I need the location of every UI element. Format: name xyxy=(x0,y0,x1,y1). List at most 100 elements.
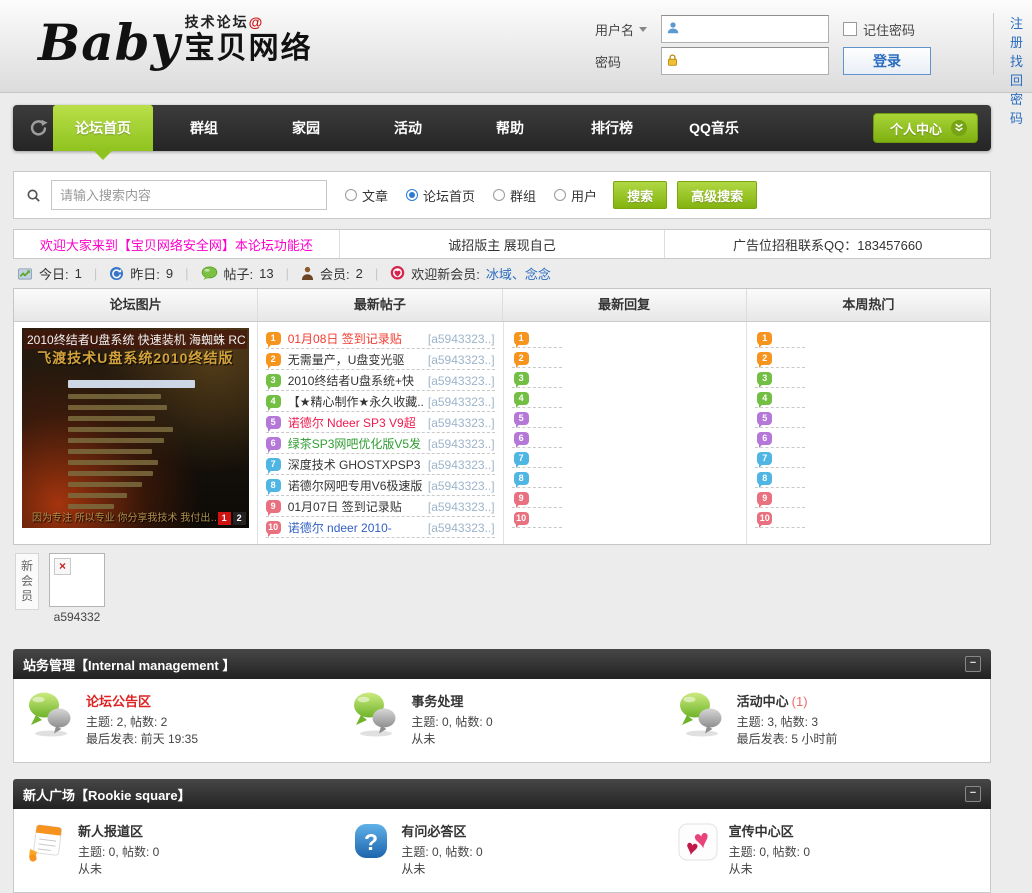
forum-cell[interactable]: 活动中心 (1) 主题: 3, 帖数: 3 最后发表: 5 小时前 xyxy=(665,689,990,750)
reply-rank-row[interactable]: 7 xyxy=(511,448,562,468)
forum-title[interactable]: 活动中心 (1) xyxy=(737,691,838,710)
post-author[interactable]: [a5943323..] xyxy=(428,458,495,472)
new-member-name[interactable]: a594332 xyxy=(54,610,101,624)
forum-cell[interactable]: 新人报道区 主题: 0, 帖数: 0 从未 xyxy=(14,819,339,880)
forum-info: 活动中心 (1) 主题: 3, 帖数: 3 最后发表: 5 小时前 xyxy=(737,691,838,748)
reply-rank-row[interactable]: 9 xyxy=(511,488,562,508)
nav-item[interactable]: QQ音乐 xyxy=(663,105,765,151)
post-author[interactable]: [a5943323..] xyxy=(428,500,495,514)
forum-cell[interactable]: ? 有问必答区 主题: 0, 帖数: 0 从未 xyxy=(339,819,664,880)
reply-rank-row[interactable]: 5 xyxy=(511,408,562,428)
hot-rank-row[interactable]: 4 xyxy=(755,388,806,408)
post-author[interactable]: [a5943323..] xyxy=(428,332,495,346)
reply-rank-row[interactable]: 3 xyxy=(511,368,562,388)
login-button[interactable]: 登录 xyxy=(843,47,931,75)
post-author[interactable]: [a5943323..] xyxy=(428,416,495,430)
announcement-link[interactable]: 广告位招租联系QQ：183457660 xyxy=(664,230,990,258)
post-author[interactable]: [a5943323..] xyxy=(428,353,495,367)
user-center-button[interactable]: 个人中心 xyxy=(872,113,978,143)
search-scope-option[interactable]: 文章 xyxy=(345,186,388,205)
pager-page-1[interactable]: 1 xyxy=(217,512,231,525)
post-author[interactable]: [a5943323..] xyxy=(428,395,495,409)
username-dropdown-caret-icon[interactable] xyxy=(639,26,648,36)
post-title-link[interactable]: 诺德尔 Ndeer SP3 V9超 xyxy=(288,414,424,431)
search-button[interactable]: 搜索 xyxy=(613,181,668,209)
remember-checkbox[interactable] xyxy=(843,22,857,36)
reply-rank-row[interactable]: 2 xyxy=(511,348,562,368)
forum-picture-slide[interactable]: 2010终结者U盘系统 快速装机 海蜘蛛 RC 飞渡技术U盘系统2010终结版 … xyxy=(22,328,249,528)
rank-badge: 10 xyxy=(757,512,773,528)
username-input[interactable] xyxy=(684,18,824,40)
forum-lastpost: 从未 xyxy=(728,862,753,876)
hot-rank-row[interactable]: 1 xyxy=(755,328,806,348)
forum-cell[interactable]: ♥ ♥ 宣传中心区 主题: 0, 帖数: 0 从未 xyxy=(665,819,990,880)
hot-rank-row[interactable]: 2 xyxy=(755,348,806,368)
password-field-wrap xyxy=(661,47,829,75)
post-author[interactable]: [a5943323..] xyxy=(428,374,495,388)
forum-lastpost: 最后发表: 前天 19:35 xyxy=(86,732,199,746)
post-title-link[interactable]: 01月07日 签到记录贴 xyxy=(288,498,424,515)
reply-rank-row[interactable]: 8 xyxy=(511,468,562,488)
hot-rank-row[interactable]: 10 xyxy=(755,508,806,528)
post-title-link[interactable]: 深度技术 GHOSTXPSP3 xyxy=(288,456,424,473)
hot-rank-row[interactable]: 3 xyxy=(755,368,806,388)
announcement-link[interactable]: 诚招版主 展现自己 xyxy=(338,230,665,258)
reply-rank-row[interactable]: 10 xyxy=(511,508,562,528)
nav-toggle-icon[interactable] xyxy=(23,105,53,151)
post-title-link[interactable]: 无需量产，U盘变光驱 xyxy=(288,351,424,368)
forum-title[interactable]: 有问必答区 xyxy=(401,821,482,840)
search-input[interactable] xyxy=(51,180,327,210)
lock-icon xyxy=(666,53,679,70)
password-input[interactable] xyxy=(683,50,824,72)
search-scope-option[interactable]: 用户 xyxy=(554,186,597,205)
rank-badge: 9 xyxy=(265,500,281,516)
forum-title[interactable]: 事务处理 xyxy=(411,691,492,710)
site-logo[interactable]: Baby 技术论坛@ 宝贝网络 xyxy=(38,4,313,82)
nav-item[interactable]: 群组 xyxy=(153,105,255,151)
search-scope-option[interactable]: 群组 xyxy=(493,186,536,205)
logo-at-sign: @ xyxy=(248,14,265,30)
nav-item[interactable]: 排行榜 xyxy=(561,105,663,151)
forum-title[interactable]: 宣传中心区 xyxy=(729,821,810,840)
announcement-link[interactable]: 欢迎大家来到【宝贝网络安全网】本论坛功能还 xyxy=(14,230,339,258)
hot-rank-row[interactable]: 6 xyxy=(755,428,806,448)
collapse-button[interactable]: − xyxy=(965,656,981,672)
post-author[interactable]: [a5943323..] xyxy=(428,521,495,535)
hot-rank-row[interactable]: 7 xyxy=(755,448,806,468)
search-scope-option[interactable]: 论坛首页 xyxy=(406,186,475,205)
forum-info: 宣传中心区 主题: 0, 帖数: 0 从未 xyxy=(729,821,810,878)
collapse-button[interactable]: − xyxy=(965,786,981,802)
hot-rank-row[interactable]: 9 xyxy=(755,488,806,508)
reply-rank-row[interactable]: 6 xyxy=(511,428,562,448)
forum-cell[interactable]: 事务处理 主题: 0, 帖数: 0 从未 xyxy=(339,689,664,750)
nav-item[interactable]: 帮助 xyxy=(459,105,561,151)
hot-rank-row[interactable]: 8 xyxy=(755,468,806,488)
post-title-link[interactable]: 01月08日 签到记录贴 xyxy=(288,330,424,347)
hot-rank-row[interactable]: 5 xyxy=(755,408,806,428)
advanced-search-button[interactable]: 高级搜索 xyxy=(677,181,758,209)
post-title-link[interactable]: 诺德尔网吧专用V6极速版 xyxy=(288,477,424,494)
post-title-link[interactable]: 诺德尔 ndeer 2010- xyxy=(288,519,424,536)
reply-rank-row[interactable]: 1 xyxy=(511,328,562,348)
section-title: 站务管理【Internal management 】 xyxy=(23,657,236,673)
forgot-password-link[interactable]: 找回密码 xyxy=(1010,51,1032,127)
forum-title[interactable]: 论坛公告区 xyxy=(86,691,198,710)
post-author[interactable]: [a5943323..] xyxy=(428,437,495,451)
nav-item[interactable]: 活动 xyxy=(357,105,459,151)
stat-value[interactable]: 冰域、念念 xyxy=(486,264,551,283)
forum-sections: 站务管理【Internal management 】 − 论坛公告区 主题: 2, 帖… xyxy=(13,649,991,893)
forum-title[interactable]: 新人报道区 xyxy=(78,821,159,840)
nav-item[interactable]: 家园 xyxy=(255,105,357,151)
forum-cell[interactable]: 论坛公告区 主题: 2, 帖数: 2 最后发表: 前天 19:35 xyxy=(14,689,339,750)
pager-page-2[interactable]: 2 xyxy=(232,512,246,525)
post-title-link[interactable]: 【★精心制作★永久收藏.. xyxy=(288,393,424,410)
post-title-link[interactable]: 2010终结者U盘系统+快 xyxy=(288,372,424,389)
nav-item[interactable]: 论坛首页 xyxy=(53,105,153,160)
register-link[interactable]: 注册 xyxy=(1010,13,1032,51)
post-title-link[interactable]: 绿茶SP3网吧优化版V5发 xyxy=(288,435,424,452)
new-member-avatar[interactable]: × xyxy=(49,553,105,607)
reply-rank-row[interactable]: 4 xyxy=(511,388,562,408)
forum-stats-bar: 今日: 1 | 昨日: 9 | 帖子: 13 | 会员: 2 | 欢迎新会员: 冰域、念念 xyxy=(13,260,991,286)
remember-password[interactable]: 记住密码 xyxy=(843,20,979,39)
post-author[interactable]: [a5943323..] xyxy=(428,479,495,493)
